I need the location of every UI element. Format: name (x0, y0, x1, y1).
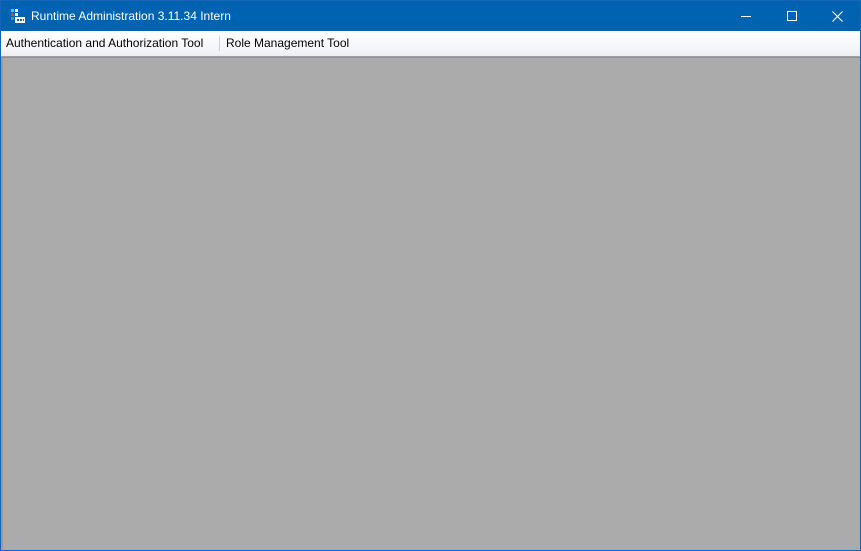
menu-item-role-management-tool[interactable]: Role Management Tool (222, 31, 353, 56)
close-icon (831, 10, 843, 22)
mdi-client-area (1, 57, 860, 550)
menu-separator (219, 36, 220, 51)
title-bar[interactable]: Runtime Administration 3.11.34 Intern (1, 1, 860, 31)
grid-app-icon[interactable] (10, 8, 26, 24)
minimize-icon (741, 11, 751, 21)
close-button[interactable] (814, 1, 860, 31)
menu-item-authentication-and-authorization-tool[interactable]: Authentication and Authorization Tool (2, 31, 207, 56)
maximize-button[interactable] (769, 1, 815, 31)
window-title: Runtime Administration 3.11.34 Intern (31, 9, 231, 23)
minimize-button[interactable] (723, 1, 769, 31)
app-window: Runtime Administration 3.11.34 Intern Au… (0, 0, 861, 551)
maximize-icon (787, 11, 797, 21)
menu-bar: Authentication and Authorization Tool Ro… (1, 31, 860, 57)
